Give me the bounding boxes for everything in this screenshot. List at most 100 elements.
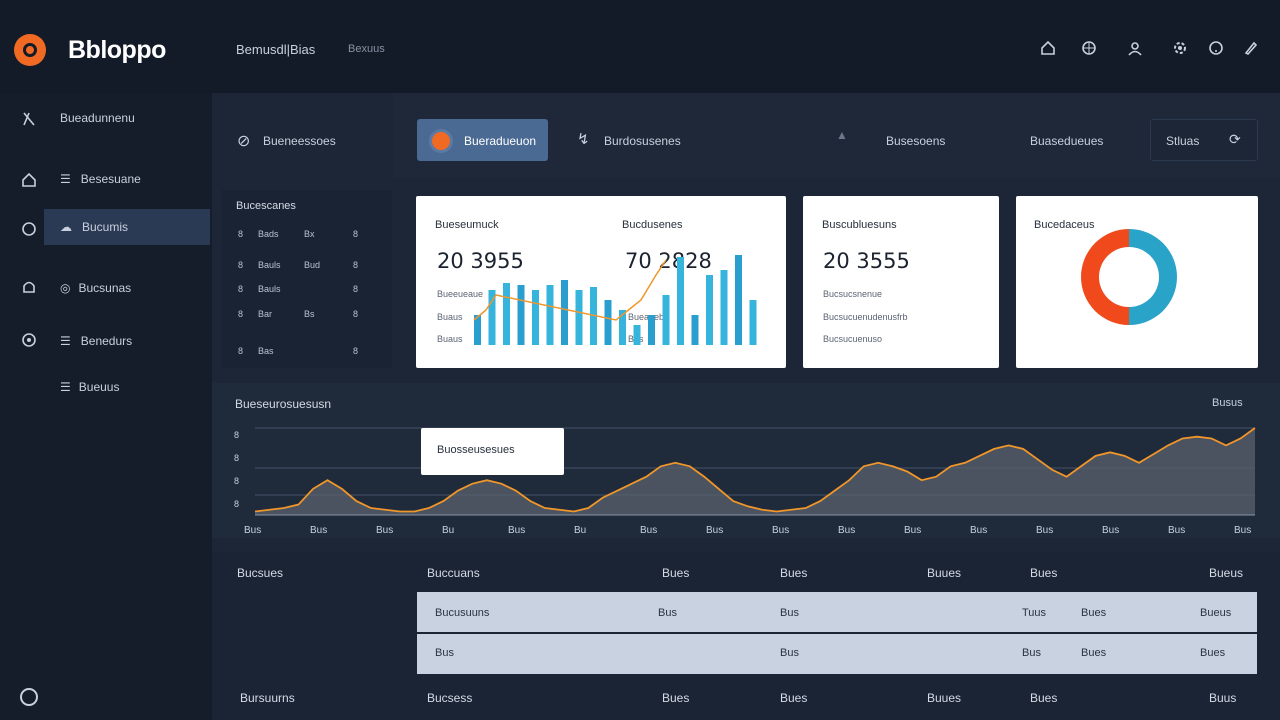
list-icon: ☰ [60,334,71,348]
table-cell: Bucusuuns [435,607,490,619]
table-row[interactable] [417,592,1257,632]
sidebar-item-label: Bucsunas [78,281,132,295]
sidebar-item-label: Benedurs [80,334,133,348]
refresh-icon[interactable]: ⟳ [1229,131,1241,148]
help-icon[interactable] [1208,40,1224,56]
bar [633,325,641,345]
list-panel-cell: Bx [304,229,315,239]
tab-5[interactable]: Buasedueues [1030,134,1103,148]
x-tick-label: Bus [1168,525,1185,536]
bar [749,300,757,345]
area-chart-title: Bueseurosuesusn [235,397,332,411]
sidebar-item-1[interactable]: Bueadunnenu [60,100,210,136]
list-panel-cell: Bas [258,346,274,356]
globe-icon[interactable] [20,331,38,349]
breadcrumb-item-1[interactable]: Bemusdl|Bias [236,42,315,57]
globe-icon[interactable] [1081,40,1097,56]
list-panel-cell: 8 [238,229,244,239]
x-tick-label: Bus [376,525,393,536]
x-tick-label: Bus [838,525,855,536]
table-cell: Bus [658,607,677,619]
sidebar-item-6[interactable]: ☰ Bueuus [44,369,212,405]
list-panel-cell: Bs [304,309,315,319]
table-footer-cell: Buus [1209,691,1237,705]
table-cell: Bues [1081,647,1107,659]
table-cell: Bus [1022,647,1041,659]
x-tick-label: Bus [706,525,723,536]
bar [503,283,510,345]
table-footer-cell: Bucsess [427,691,473,705]
table-cell: Tuus [1022,607,1047,619]
list-panel-cell: 8 [238,284,244,294]
table-side-label-1: Bucsues [237,566,284,580]
table-header-cell: Buccuans [427,566,480,580]
area-chart-range-label[interactable]: Busus [1212,397,1243,409]
x-tick-label: Bus [1102,525,1119,536]
bar [575,290,583,345]
card-1-sub-3: Buaus [437,334,463,344]
tab-4[interactable]: Busesoens [886,134,945,148]
table-cell: Bus [435,647,454,659]
tab-3[interactable]: Burdosusenes [604,134,681,148]
eye-icon: ◎ [60,281,71,295]
home-icon[interactable] [1040,40,1056,56]
sidebar-item-3-active[interactable]: ☁ Bucumis [44,209,210,245]
list-icon: ☰ [60,380,71,394]
list-panel-cell: 8 [353,229,359,239]
bar [648,315,655,345]
account-icon[interactable] [20,688,38,706]
area-fill [255,428,1255,515]
home-icon[interactable] [20,171,38,189]
table-cell: Bus [780,607,799,619]
tab-1[interactable]: Bueneessoes [263,134,336,148]
donut-chart [1081,229,1177,325]
sidebar-item-label: Bueadunnenu [60,111,135,125]
list-panel-cell: Bud [304,260,321,270]
sidebar-item-2[interactable]: ☰ Besesuane [44,161,212,197]
settings-icon[interactable] [1172,40,1188,56]
x-tick-label: Bus [640,525,657,536]
cloud-icon[interactable] [20,219,38,237]
list-panel-cell: Bar [258,309,273,319]
compass-icon[interactable] [20,110,38,128]
table-cell: Bues [1200,647,1226,659]
clock-icon: ⊘ [237,133,251,150]
list-panel-cell: 8 [353,260,359,270]
x-tick-label: Bus [310,525,327,536]
sidebar-item-label: Besesuane [80,172,141,186]
chart-tooltip-text: Buosseusesues [437,444,515,456]
table-cell: Bus [780,647,799,659]
table-footer-cell: Bues [1030,691,1058,705]
bell-icon[interactable] [20,278,38,296]
table-header-cell: Bues [662,566,690,580]
edit-icon[interactable] [1243,40,1259,56]
cloud-icon: ☁ [60,220,72,234]
sidebar-item-5[interactable]: ☰ Benedurs [44,323,212,359]
x-tick-label: Bus [970,525,987,536]
list-panel-cell: Bauls [258,284,281,294]
tab-2-label: Bueradueuon [464,134,537,148]
bar [546,285,554,345]
y-tick-label: 8 [234,430,239,440]
card-3-sub-3: Bucsucuenuso [823,334,883,344]
trend-line [473,259,667,321]
x-tick-label: Bus [904,525,921,536]
x-tick-label: Bu [442,525,454,536]
status-button-label: Stluas [1166,134,1200,148]
table-row[interactable] [417,634,1257,674]
card-1-sub-2: Buaus [437,312,463,322]
table-footer-cell: Bues [780,691,808,705]
table-header-cell: Bues [1030,566,1058,580]
list-panel-cell: Bads [258,229,279,239]
user-icon[interactable] [1127,40,1143,56]
sidebar-item-4[interactable]: ◎ Bucsunas [44,270,212,306]
breadcrumb-item-2[interactable]: Bexuus [348,43,385,55]
list-panel-cell: 8 [353,346,359,356]
sidebar-item-label: Bucumis [82,220,129,234]
table-header-cell: Buues [927,566,962,580]
bar [604,300,612,345]
bar [677,257,684,345]
area-chart: 8 8 8 8 Bus Bus Bus Bu Bus Bu Bus Bus Bus Bus Bus Bus Bu… [234,427,1256,536]
list-panel-cell: 8 [238,260,244,270]
table-header-cell: Bues [780,566,808,580]
